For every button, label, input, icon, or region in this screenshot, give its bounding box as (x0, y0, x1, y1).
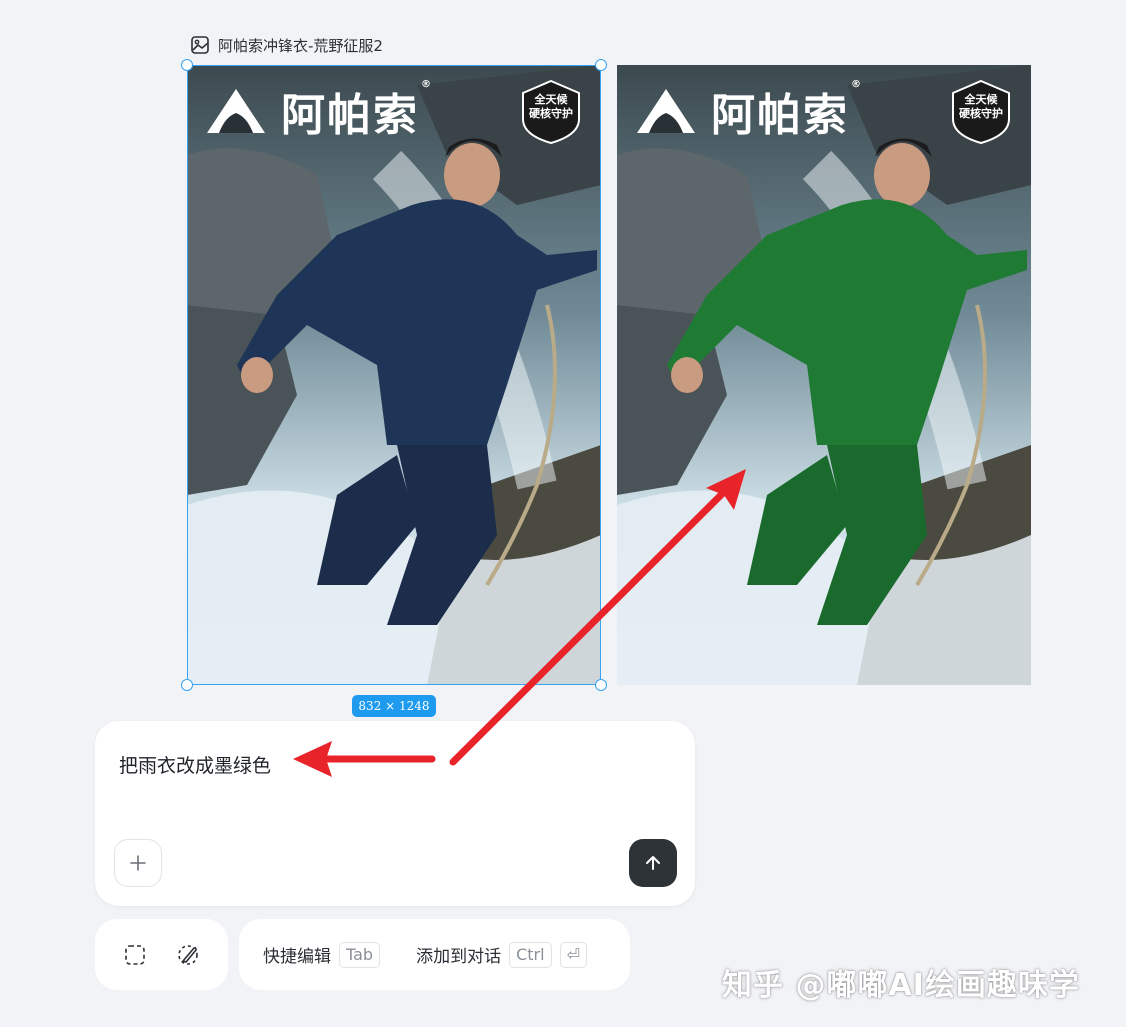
original-image[interactable]: 阿帕索® 全天候 硬核守护 (187, 65, 601, 685)
add-attachment-button[interactable] (114, 839, 162, 887)
plus-icon (130, 855, 146, 871)
resize-handle-bottom-left[interactable] (181, 679, 193, 691)
quick-edit-button[interactable]: 快捷编辑 Tab (263, 941, 381, 968)
registered-mark: ® (421, 79, 433, 90)
resize-handle-top-right[interactable] (595, 59, 607, 71)
badge-line-1: 全天候 (964, 93, 998, 106)
brand-name: 阿帕索 (711, 90, 849, 141)
original-photo-scene (187, 65, 601, 685)
brand-logo: 阿帕索® (635, 79, 863, 143)
selection-tools (95, 919, 228, 990)
quick-edit-label: 快捷编辑 (263, 947, 331, 967)
registered-mark: ® (851, 79, 863, 90)
weather-badge: 全天候 硬核守护 (949, 79, 1013, 145)
watermark: 知乎 @嘟嘟AI绘画趣味学 (722, 968, 1080, 1003)
add-to-chat-button[interactable]: 添加到对话 Ctrl ⏎ (416, 941, 587, 968)
badge-line-2: 硬核守护 (529, 107, 573, 120)
resize-handle-bottom-right[interactable] (595, 679, 607, 691)
badge-line-1: 全天候 (534, 93, 568, 106)
prompt-input[interactable]: 把雨衣改成墨绿色 (119, 751, 271, 778)
enter-key-hint: ⏎ (559, 941, 587, 968)
send-button[interactable] (629, 839, 677, 887)
brush-select-button[interactable] (171, 938, 205, 972)
badge-line-2: 硬核守护 (959, 107, 1003, 120)
ctrl-key-hint: Ctrl (509, 941, 552, 968)
brand-mark-icon (207, 89, 265, 133)
arrow-up-icon (646, 856, 660, 870)
edit-actions: 快捷编辑 Tab 添加到对话 Ctrl ⏎ (239, 919, 630, 990)
edited-image[interactable]: 阿帕索® 全天候 硬核守护 (617, 65, 1031, 685)
resize-handle-top-left[interactable] (181, 59, 193, 71)
brand-mark-icon (637, 89, 695, 133)
edited-photo-scene (617, 65, 1031, 685)
prompt-box[interactable]: 把雨衣改成墨绿色 (95, 721, 695, 906)
frame-title-label: 阿帕索冲锋衣-荒野征服2 (218, 36, 383, 55)
frame-title[interactable]: 阿帕索冲锋衣-荒野征服2 (190, 35, 383, 55)
add-to-chat-label: 添加到对话 (416, 947, 502, 967)
tab-key-hint: Tab (339, 941, 381, 968)
brand-name: 阿帕索 (281, 90, 419, 141)
image-icon (190, 35, 210, 55)
brush-icon (177, 944, 198, 965)
weather-badge: 全天候 硬核守护 (519, 79, 583, 145)
brand-logo: 阿帕索® (205, 79, 433, 143)
dimension-badge: 832 × 1248 (352, 695, 436, 717)
select-area-button[interactable] (118, 938, 152, 972)
dashed-select-icon (125, 944, 146, 965)
